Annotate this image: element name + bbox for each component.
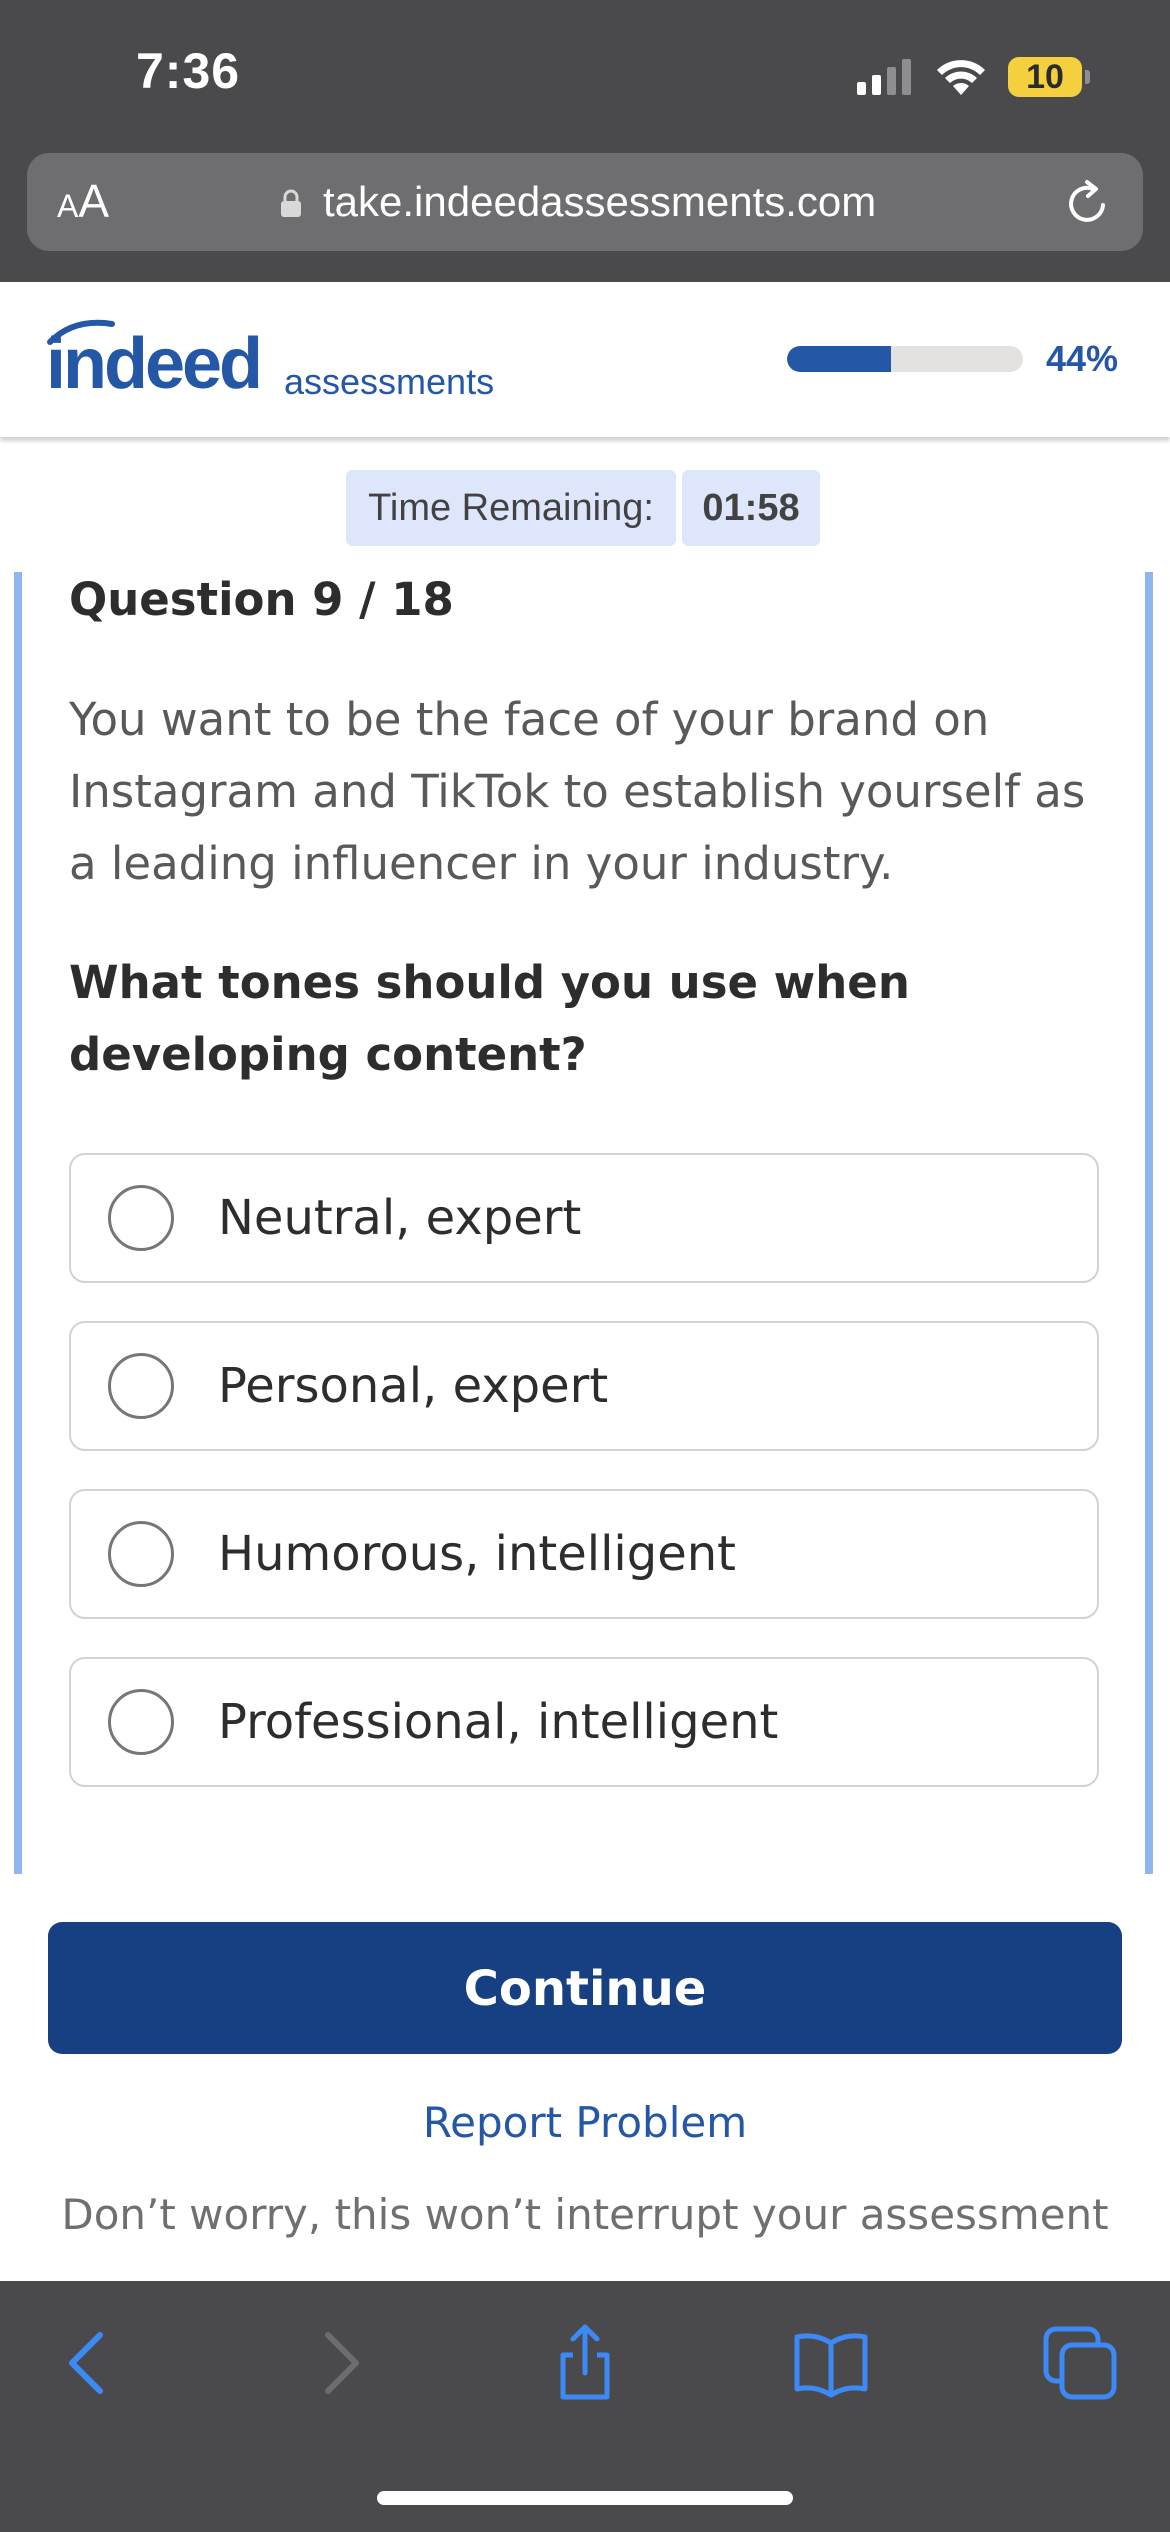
- site-header: indeed assessments 44%: [0, 282, 1170, 437]
- answer-option[interactable]: Professional, intelligent: [69, 1657, 1099, 1787]
- answer-option[interactable]: Neutral, expert: [69, 1153, 1099, 1283]
- time-remaining: Time Remaining: 01:58: [346, 470, 820, 546]
- radio-button[interactable]: [108, 1353, 174, 1419]
- answer-option[interactable]: Personal, expert: [69, 1321, 1099, 1451]
- radio-button[interactable]: [108, 1185, 174, 1251]
- battery-icon: 10: [1008, 57, 1090, 97]
- reload-icon[interactable]: [1063, 179, 1111, 227]
- card-border-right: [1145, 572, 1153, 1874]
- time-remaining-value: 01:58: [682, 470, 820, 546]
- lock-icon: [281, 189, 301, 217]
- home-indicator: [377, 2491, 793, 2505]
- progress-bar-fill: [787, 346, 891, 372]
- card-border-left: [14, 572, 22, 1874]
- browser-top-chrome: 7:36 10 AA take.indeedassessments.com: [0, 0, 1170, 282]
- cellular-signal-icon: [857, 59, 911, 95]
- url-text[interactable]: take.indeedassessments.com: [323, 175, 876, 229]
- forward-icon[interactable]: [300, 2323, 380, 2403]
- answer-option[interactable]: Humorous, intelligent: [69, 1489, 1099, 1619]
- logo-subtitle: assessments: [284, 361, 495, 402]
- radio-button[interactable]: [108, 1521, 174, 1587]
- back-icon[interactable]: [48, 2323, 128, 2403]
- question-prompt: What tones should you use when developin…: [69, 956, 910, 1081]
- question-number: Question 9 / 18: [69, 573, 454, 626]
- reassurance-text: Don’t worry, this won’t interrupt your a…: [61, 2190, 1109, 2239]
- question-card: Question 9 / 18 You want to be the face …: [0, 572, 1170, 1874]
- share-icon[interactable]: [545, 2323, 625, 2403]
- progress-bar: [787, 346, 1023, 372]
- wifi-icon: [937, 60, 985, 95]
- answer-option-label: Humorous, intelligent: [218, 1526, 736, 1582]
- answer-option-label: Professional, intelligent: [218, 1694, 779, 1750]
- report-problem-link[interactable]: Report Problem: [0, 2088, 1170, 2158]
- time-remaining-label: Time Remaining:: [346, 470, 676, 546]
- continue-button[interactable]: Continue: [48, 1922, 1122, 2054]
- logo-wordmark: indeed: [46, 324, 263, 404]
- text-size-button[interactable]: AA: [57, 175, 109, 232]
- text-size-large-glyph: A: [78, 175, 110, 227]
- tabs-icon[interactable]: [1040, 2323, 1120, 2403]
- answer-option-label: Neutral, expert: [218, 1190, 582, 1246]
- question-scenario: You want to be the face of your brand on…: [69, 693, 1086, 890]
- progress-percent: 44%: [1046, 338, 1119, 379]
- address-bar[interactable]: AA take.indeedassessments.com: [27, 153, 1143, 251]
- answer-option-label: Personal, expert: [218, 1358, 609, 1414]
- bookmarks-icon[interactable]: [791, 2323, 871, 2403]
- status-time: 7:36: [136, 43, 241, 99]
- radio-button[interactable]: [108, 1689, 174, 1755]
- text-size-small-glyph: A: [57, 188, 79, 224]
